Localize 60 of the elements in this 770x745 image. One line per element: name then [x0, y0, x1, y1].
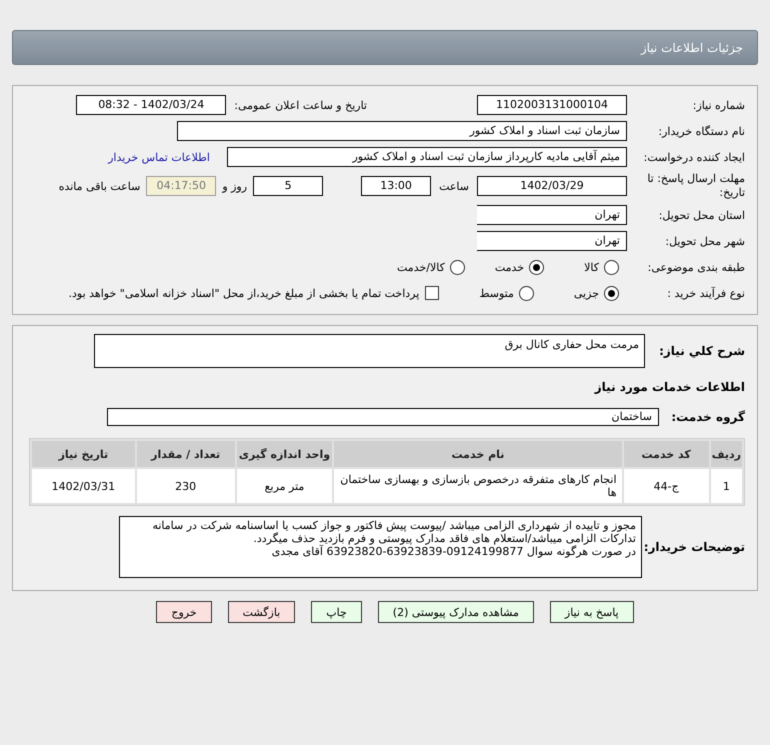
option-label: کالا/خدمت [397, 260, 445, 274]
deadline-date-field[interactable]: 1402/03/29 [477, 176, 627, 196]
creator-field[interactable]: میثم آقایی مادیه کارپرداز سازمان ثبت اسناد و املاک کشور [227, 147, 627, 167]
payment-note: پرداخت تمام یا بخشی از مبلغ خرید،از محل "اسناد خزانه اسلامی" خواهد بود. [68, 286, 420, 300]
column-header: واحد اندازه گیری [236, 441, 332, 467]
table-cell: 230 [136, 469, 235, 503]
table-cell: 1402/03/31 [32, 469, 135, 503]
field-label: ساعت باقی مانده [58, 180, 140, 192]
radio-button[interactable] [604, 260, 619, 274]
field-label: شرح کلي نياز: [658, 343, 746, 358]
summary-field[interactable]: مرمت محل حفاری کانال برق [94, 334, 645, 368]
field-label: نام دستگاه خریدار: [657, 124, 746, 138]
option-label: جزیی [574, 286, 599, 300]
field-label: تاریخ و ساعت اعلان عمومی: [234, 98, 367, 112]
field-label: ایجاد کننده درخواست: [642, 150, 746, 164]
action-button[interactable]: مشاهده مدارک پیوستی (2) [378, 601, 534, 623]
option-label: خدمت [494, 260, 524, 274]
table-cell: متر مربع [236, 469, 332, 503]
action-button[interactable]: بازگشت [228, 601, 296, 623]
column-header: تعداد / مقدار [136, 441, 235, 467]
field-label: ساعت [439, 180, 469, 192]
radio-button[interactable] [604, 286, 619, 300]
service-group-field[interactable]: ساختمان [107, 408, 659, 426]
days-field[interactable]: 5 [253, 176, 324, 196]
field-label: استان محل تحویل: [658, 208, 746, 222]
option-label: کالا [584, 260, 599, 274]
city-field[interactable]: تهران [477, 231, 627, 251]
buyer-field[interactable]: سازمان ثبت اسناد و املاک کشور [177, 121, 627, 141]
buyer-contact-link[interactable]: اطلاعات تماس خریدار [108, 150, 210, 164]
field-label: گروه خدمت: [670, 410, 746, 424]
option-label: متوسط [479, 286, 514, 300]
buyer-notes: مجوز و تاییده از شهرداری الزامی میباشد /پیوست پیش فاکتور و جواز کسب یا اساسنامه شرکت در سامانه تداركات الزامی میباشد/استعلام های فاقد مدارک پیوستی و فرم بازدید حذف میگردد. در صورت هرگونه سوال 09124199877-63923839-63923820 آقای مجدی [119, 516, 642, 578]
radio-button[interactable] [450, 260, 465, 274]
page-title: جزئیات اطلاعات نیاز [12, 30, 758, 65]
field-label: شماره نیاز: [692, 98, 746, 112]
action-button[interactable]: پاسخ به نیاز [550, 601, 634, 623]
deadline-time-field[interactable]: 13:00 [361, 176, 432, 196]
table-cell: انجام کارهای متفرقه درخصوص بازسازی و بهسازی ساختمان ها [334, 469, 622, 503]
field-label: شهر محل تحویل: [664, 234, 746, 248]
field-label: نوع فرآیند خرید : [666, 286, 746, 300]
column-header: کد خدمت [624, 441, 709, 467]
province-field[interactable]: تهران [477, 205, 627, 225]
column-header: تاریخ نیاز [32, 441, 135, 467]
need-number-field[interactable]: 1102003131000104 [477, 95, 627, 115]
table-cell: 1 [710, 469, 742, 503]
field-label: روز و [222, 180, 248, 192]
section-heading: اطلاعات خدمات مورد نیاز [593, 379, 746, 396]
remaining-time-field: 04:17:50 [146, 176, 216, 196]
radio-button[interactable] [518, 286, 534, 300]
column-header: ردیف [710, 441, 742, 467]
announce-date-field[interactable]: 1402/03/24 - 08:32 [76, 95, 226, 115]
checkbox[interactable] [425, 286, 440, 300]
field-label: طبقه بندی موضوعی: [646, 260, 746, 274]
field-label: مهلت ارسال پاسخ: تا تاریخ: [646, 172, 746, 200]
action-button[interactable]: خروج [156, 601, 212, 623]
radio-button[interactable] [529, 260, 544, 274]
column-header: نام خدمت [334, 441, 622, 467]
field-label: توضیحات خریدار: [642, 540, 746, 554]
action-button[interactable]: چاپ [311, 601, 362, 623]
table-cell: ج-44 [624, 469, 709, 503]
